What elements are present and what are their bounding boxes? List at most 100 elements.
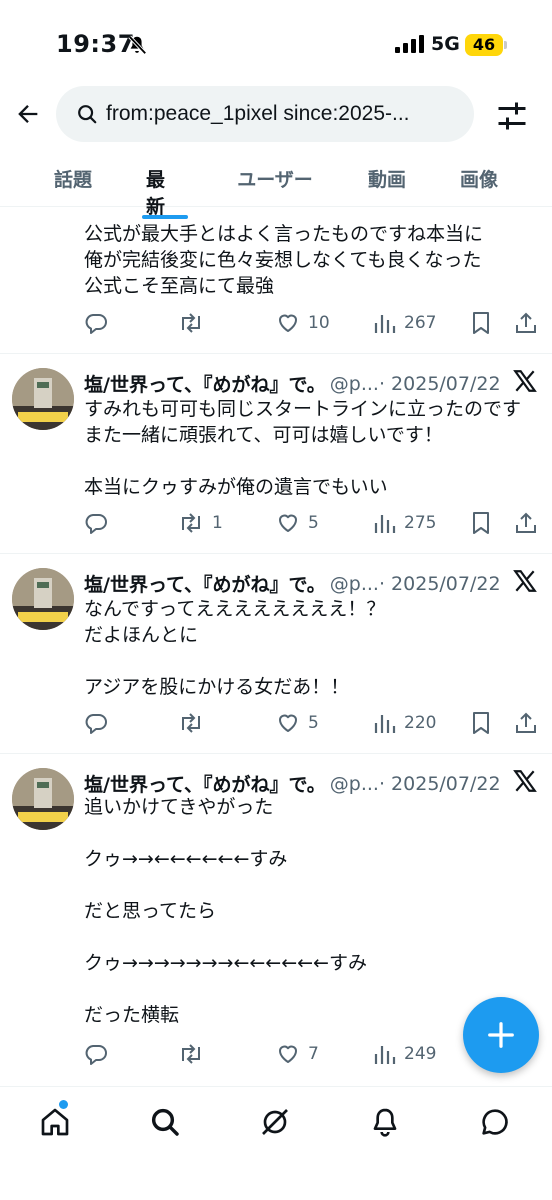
bookmark-button[interactable]: [470, 709, 492, 737]
views-chart-icon: [374, 315, 396, 333]
grok-icon: [262, 1109, 288, 1135]
bottom-nav: [0, 1086, 552, 1200]
reply-button[interactable]: [84, 509, 116, 537]
avatar[interactable]: [12, 368, 74, 430]
like-button[interactable]: 7: [276, 1040, 319, 1068]
avatar[interactable]: [12, 768, 74, 830]
search-icon: [78, 105, 97, 124]
reply-icon: [85, 314, 107, 334]
tab-videos[interactable]: 動画: [362, 150, 412, 192]
nav-search[interactable]: [145, 1102, 185, 1142]
views-button[interactable]: 275: [374, 509, 436, 537]
status-time: 19:37: [56, 30, 135, 58]
retweet-button[interactable]: [178, 309, 212, 337]
tweet-header: 塩/世界って、『めがね』で。 @p... · 2025/07/22: [84, 570, 501, 597]
battery-icon: 46: [465, 34, 503, 56]
retweet-button[interactable]: [178, 709, 212, 737]
plus-icon: [488, 1022, 514, 1048]
retweet-button[interactable]: 1: [178, 509, 223, 537]
bell-slash-icon: [128, 35, 147, 55]
notification-dot: [59, 1100, 68, 1109]
tweet-text: なんですってええええええええ！？ だよほんとに アジアを股にかける女だあ！！: [84, 598, 386, 698]
author-handle[interactable]: @p...: [330, 373, 379, 395]
avatar-image: [12, 368, 74, 430]
author-name[interactable]: 塩/世界って、『めがね』で。: [84, 570, 326, 597]
share-button[interactable]: [514, 709, 538, 737]
nav-messages[interactable]: [475, 1102, 515, 1142]
views-button[interactable]: 220: [374, 709, 436, 737]
avatar[interactable]: [12, 568, 74, 630]
bookmark-icon: [473, 312, 489, 334]
share-icon: [516, 512, 536, 533]
views-button[interactable]: 267: [374, 309, 436, 337]
tab-trending[interactable]: 話題: [0, 150, 146, 206]
nav-home[interactable]: [35, 1100, 75, 1142]
tweet[interactable]: 公式が最大手とはよく言ったものですね本当に 俺が完結後変に色々妄想しなくても良く…: [0, 207, 552, 354]
search-header: from:peace_1pixel since:2025-...: [0, 84, 552, 146]
like-button[interactable]: 5: [276, 709, 319, 737]
search-icon: [151, 1108, 179, 1136]
heart-icon: [279, 1045, 297, 1063]
search-tabs: 話題 最新 ユーザー 動画 画像: [0, 150, 552, 219]
author-handle[interactable]: @p...: [330, 773, 379, 795]
reply-icon: [85, 1045, 107, 1065]
views-chart-icon: [374, 515, 396, 533]
tweet-actions: 10 267: [84, 309, 544, 339]
avatar-image: [12, 768, 74, 830]
reply-button[interactable]: [84, 309, 116, 337]
reply-icon: [85, 714, 107, 734]
share-icon: [516, 312, 536, 333]
tab-images[interactable]: 画像: [454, 150, 504, 192]
tweet-actions: 1 5 275: [84, 509, 544, 539]
tweet-header: 塩/世界って、『めがね』で。 @p... · 2025/07/22: [84, 770, 501, 797]
author-name[interactable]: 塩/世界って、『めがね』で。: [84, 370, 326, 397]
bookmark-button[interactable]: [470, 509, 492, 537]
tweet-text: すみれも可可も同じスタートラインに立ったのです また一緒に頑張れて、可可は嬉しい…: [84, 398, 522, 498]
author-handle[interactable]: @p...: [330, 573, 379, 595]
heart-icon: [279, 514, 297, 532]
arrow-left-icon: [18, 105, 38, 123]
retweet-button[interactable]: [178, 1040, 212, 1068]
avatar-image: [12, 568, 74, 630]
tweet-actions: 5 220: [84, 709, 544, 739]
tab-users[interactable]: ユーザー: [230, 150, 320, 192]
tweet-header: 塩/世界って、『めがね』で。 @p... · 2025/07/22: [84, 370, 501, 397]
reply-button[interactable]: [84, 1040, 116, 1068]
search-input[interactable]: from:peace_1pixel since:2025-...: [56, 86, 474, 142]
views-button[interactable]: 249: [374, 1040, 436, 1068]
tweet-text: 公式が最大手とはよく言ったものですね本当に 俺が完結後変に色々妄想しなくても良く…: [84, 223, 484, 297]
author-name[interactable]: 塩/世界って、『めがね』で。: [84, 770, 326, 797]
reply-icon: [85, 514, 107, 534]
search-query: from:peace_1pixel since:2025-...: [106, 102, 410, 125]
tweet-date[interactable]: · 2025/07/22: [379, 573, 501, 595]
filter-sliders-icon[interactable]: [494, 98, 530, 134]
x-logo-icon: [513, 770, 537, 792]
reply-button[interactable]: [84, 709, 116, 737]
compose-button[interactable]: [463, 997, 539, 1073]
views-chart-icon: [374, 1046, 396, 1064]
status-bar: 19:37 5G 46: [0, 0, 552, 92]
tweet-date[interactable]: · 2025/07/22: [379, 373, 501, 395]
retweet-icon: [182, 713, 200, 733]
share-button[interactable]: [514, 509, 538, 537]
retweet-icon: [182, 513, 200, 533]
nav-grok[interactable]: [255, 1102, 295, 1142]
like-button[interactable]: 5: [276, 509, 319, 537]
bell-icon: [373, 1108, 397, 1137]
back-button[interactable]: [10, 96, 46, 132]
tweet-text: 追いかけてきやがった クゥ→→←←←←←←すみ だと思ってたら クゥ→→→→→→…: [84, 796, 367, 1026]
x-logo-icon: [513, 570, 537, 592]
nav-notifications[interactable]: [365, 1102, 405, 1142]
tweet[interactable]: 塩/世界って、『めがね』で。 @p... · 2025/07/22 すみれも可可…: [0, 354, 552, 554]
x-logo-icon: [513, 370, 537, 392]
network-type: 5G: [431, 33, 460, 55]
tweet-date[interactable]: · 2025/07/22: [379, 773, 501, 795]
tweet[interactable]: 塩/世界って、『めがね』で。 @p... · 2025/07/22 なんですって…: [0, 554, 552, 754]
share-button[interactable]: [514, 309, 538, 337]
bookmark-icon: [473, 512, 489, 534]
bookmark-button[interactable]: [470, 309, 492, 337]
retweet-icon: [182, 313, 200, 333]
like-button[interactable]: 10: [276, 309, 330, 337]
heart-icon: [279, 714, 297, 732]
share-icon: [516, 712, 536, 733]
